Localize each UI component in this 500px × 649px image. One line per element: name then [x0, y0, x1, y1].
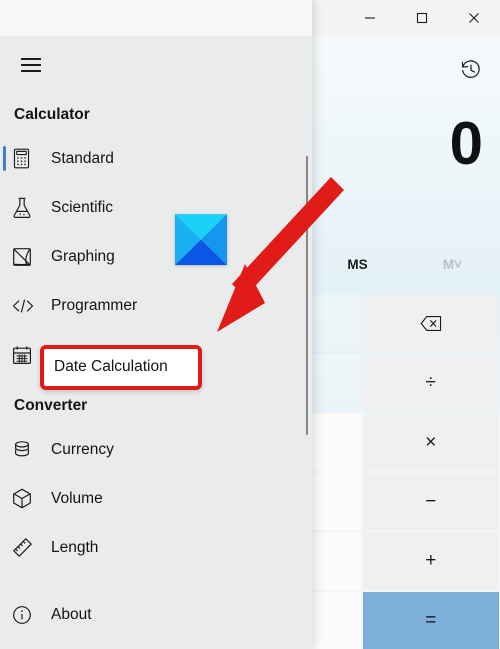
code-icon: [12, 294, 42, 318]
sidebar-item-label: Scientific: [51, 198, 114, 216]
calculator-display: 0: [449, 110, 483, 177]
memory-row: MS M˅: [310, 244, 500, 284]
sidebar-item-about[interactable]: About: [0, 590, 312, 639]
sidebar-item-graphing[interactable]: Graphing: [0, 232, 312, 281]
flask-icon: [12, 196, 42, 220]
navigation-flyout: Calculator Standard Scientific Graphing …: [0, 0, 312, 649]
selection-indicator: [3, 146, 6, 171]
sidebar-item-volume[interactable]: Volume: [0, 474, 312, 523]
sidebar-item-standard[interactable]: Standard: [0, 134, 312, 183]
nav-scroll-area: Calculator Standard Scientific Graphing …: [0, 100, 312, 578]
multiply-key[interactable]: ×: [362, 413, 499, 471]
memory-dropdown-button[interactable]: M˅: [405, 257, 500, 272]
highlight-box-label: Date Calculation: [54, 358, 168, 375]
window-controls: [344, 0, 500, 36]
calculator-app-screenshot: Calculator 0: [0, 0, 500, 649]
memory-store-button[interactable]: MS: [310, 257, 405, 272]
sidebar-item-scientific[interactable]: Scientific: [0, 183, 312, 232]
ruler-icon: [12, 536, 42, 560]
sidebar-item-label: Currency: [51, 440, 114, 458]
sidebar-item-label: Volume: [51, 489, 103, 507]
add-key[interactable]: +: [362, 532, 499, 590]
sidebar-item-currency[interactable]: Currency: [0, 425, 312, 474]
currency-icon: [12, 438, 42, 462]
blue-tile-svg: [175, 214, 227, 265]
info-icon: [12, 603, 42, 627]
minimize-button[interactable]: [344, 0, 396, 36]
sidebar-item-label: Graphing: [51, 247, 115, 265]
hamburger-bars: [20, 54, 41, 76]
backspace-key[interactable]: [362, 295, 499, 353]
blue-app-tile-icon: [175, 214, 227, 265]
nav-section-header-calculator: Calculator: [14, 106, 90, 123]
nav-panel-titlebar-area: [0, 0, 312, 36]
highlight-box-date-calculation: Date Calculation: [40, 345, 202, 390]
calendar-icon: [12, 343, 42, 367]
sidebar-item-label: Standard: [51, 149, 114, 167]
cube-icon: [12, 487, 42, 511]
maximize-button[interactable]: [396, 0, 448, 36]
sidebar-item-label: Length: [51, 538, 99, 556]
sidebar-item-length[interactable]: Length: [0, 523, 312, 572]
equals-key[interactable]: =: [362, 591, 499, 649]
panel-edge-scrollbar[interactable]: [306, 156, 308, 435]
sidebar-item-label: About: [51, 605, 92, 623]
close-button[interactable]: [448, 0, 500, 36]
history-icon[interactable]: [451, 50, 491, 90]
graph-icon: [12, 245, 42, 269]
hamburger-icon[interactable]: [8, 46, 53, 84]
sidebar-item-programmer[interactable]: Programmer: [0, 281, 312, 330]
nav-bottom-area: About: [0, 590, 312, 639]
subtract-key[interactable]: −: [362, 472, 499, 531]
divide-key[interactable]: ÷: [362, 354, 499, 412]
calculator-icon: [12, 147, 42, 171]
sidebar-item-label: Programmer: [51, 296, 138, 314]
